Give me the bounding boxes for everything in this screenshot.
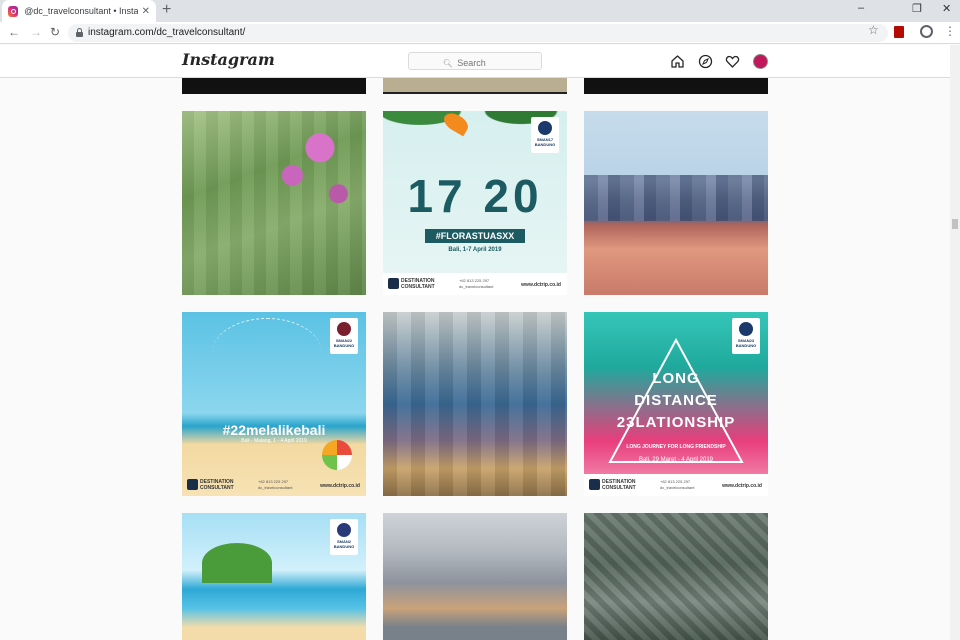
explore-compass-icon[interactable] bbox=[698, 54, 713, 69]
footer-brand: DESTINATION CONSULTANT bbox=[401, 278, 435, 290]
profile-avatar[interactable] bbox=[753, 54, 768, 69]
post-thumbnail[interactable]: SMAN17 BANDUNG 17 20 #FLORASTUASXX Bali,… bbox=[383, 111, 567, 295]
school-badge: SMAN23 BANDUNG bbox=[732, 318, 760, 354]
search-input[interactable] bbox=[457, 58, 508, 68]
window-close-button[interactable]: ✕ bbox=[942, 2, 951, 15]
reload-icon[interactable]: ↻ bbox=[50, 25, 60, 39]
bookmark-star-icon[interactable]: ☆ bbox=[868, 23, 879, 37]
footer-brand: DESTINATION CONSULTANT bbox=[602, 479, 636, 491]
lock-icon bbox=[76, 28, 83, 37]
search-box[interactable]: 🔍︎ bbox=[408, 52, 542, 70]
post-title-line3: 23LATIONSHIP bbox=[616, 414, 736, 431]
school-badge: SMAN17 BANDUNG bbox=[531, 117, 559, 153]
post-title-line2: DISTANCE bbox=[634, 392, 718, 409]
post-title-line1: LONG bbox=[652, 370, 700, 387]
post-headline: 17 20 bbox=[407, 170, 543, 222]
school-badge: SMAN2 BANDUNG bbox=[330, 519, 358, 555]
browser-menu-icon[interactable]: ⋮ bbox=[944, 24, 956, 38]
school-badge: SMAN22 BANDUNG bbox=[330, 318, 358, 354]
footer-website: www.dctrip.co.id bbox=[320, 483, 360, 489]
browser-tab-strip: @dc_travelconsultant • Instagram ✕ + – ❐… bbox=[0, 0, 960, 22]
post-thumbnail[interactable] bbox=[182, 78, 366, 94]
dreamcatcher-decoration bbox=[212, 318, 322, 388]
footer-brand: DESTINATION CONSULTANT bbox=[200, 479, 234, 491]
maximize-button[interactable]: ❐ bbox=[912, 2, 922, 15]
palm-island-decoration bbox=[202, 543, 272, 583]
url-text[interactable]: instagram.com/dc_travelconsultant/ bbox=[88, 27, 245, 38]
post-thumbnail[interactable] bbox=[383, 78, 567, 94]
school-crest-icon bbox=[337, 322, 351, 336]
address-bar[interactable]: instagram.com/dc_travelconsultant/ bbox=[68, 24, 888, 42]
account-icon[interactable] bbox=[920, 25, 933, 38]
browser-tab[interactable]: @dc_travelconsultant • Instagram ✕ bbox=[2, 0, 156, 22]
tab-title: @dc_travelconsultant • Instagram bbox=[24, 6, 138, 16]
post-hashtag: #FLORASTUASXX bbox=[425, 229, 525, 243]
instagram-favicon-icon bbox=[8, 5, 19, 17]
school-crest-icon bbox=[538, 121, 552, 135]
post-thumbnail[interactable] bbox=[383, 513, 567, 640]
footer-contact: +62 813 225 297 dc_travelconsultant bbox=[459, 278, 494, 289]
back-arrow-icon[interactable]: ← bbox=[8, 25, 20, 39]
badge-city: BANDUNG bbox=[333, 544, 355, 549]
post-subline: Bali, 29 Maret - 4 April 2019 bbox=[638, 457, 714, 463]
footer-website: www.dctrip.co.id bbox=[722, 483, 762, 489]
dc-logo-icon bbox=[388, 278, 399, 289]
post-thumbnail[interactable]: SMAN22 BANDUNG #22melalikebali Bali - Ma… bbox=[182, 312, 366, 496]
footer-contact: +62 813 225 297 dc_travelconsultant bbox=[660, 479, 695, 490]
home-icon[interactable] bbox=[670, 54, 685, 69]
post-thumbnail[interactable] bbox=[584, 111, 768, 295]
browser-toolbar: ← → ↻ instagram.com/dc_travelconsultant/ bbox=[0, 22, 960, 44]
badge-city: BANDUNG bbox=[534, 142, 556, 147]
post-subline: Bali, 1-7 April 2019 bbox=[448, 247, 502, 253]
post-thumbnail[interactable] bbox=[584, 78, 768, 94]
badge-city: BANDUNG bbox=[735, 343, 757, 348]
scrollbar-thumb[interactable] bbox=[952, 219, 958, 229]
post-thumbnail[interactable]: SMAN23 BANDUNG LONG DISTANCE 23LATIONSHI… bbox=[584, 312, 768, 496]
new-tab-button[interactable]: + bbox=[162, 2, 171, 18]
dc-logo-icon bbox=[187, 479, 198, 490]
footer-contact: +62 813 225 297 dc_travelconsultant bbox=[258, 479, 293, 490]
activity-heart-icon[interactable] bbox=[725, 54, 740, 69]
forward-arrow-icon[interactable]: → bbox=[30, 25, 42, 39]
post-tagline: LONG JOURNEY FOR LONG FRIENDSHIP bbox=[626, 444, 726, 450]
post-thumbnail[interactable] bbox=[182, 111, 366, 295]
post-footer: DESTINATION CONSULTANT +62 813 225 297 dc_… bbox=[383, 273, 567, 295]
instagram-header: Instagram 🔍︎ bbox=[0, 45, 950, 78]
post-footer: DESTINATION CONSULTANT +62 813 225 297 dc_… bbox=[584, 474, 768, 496]
footer-website: www.dctrip.co.id bbox=[521, 282, 561, 288]
search-icon: 🔍︎ bbox=[442, 59, 453, 68]
tab-close-icon[interactable]: ✕ bbox=[142, 6, 150, 17]
post-thumbnail[interactable]: SMAN2 BANDUNG bbox=[182, 513, 366, 640]
minimize-button[interactable]: – bbox=[858, 2, 864, 14]
blurred-crowd bbox=[584, 175, 768, 221]
post-hashtag: #22melalikebali bbox=[222, 422, 326, 438]
school-crest-icon bbox=[337, 523, 351, 537]
pdf-extension-icon[interactable] bbox=[894, 26, 904, 38]
school-crest-icon bbox=[739, 322, 753, 336]
post-footer: DESTINATION CONSULTANT +62 813 225 297 dc_… bbox=[182, 474, 366, 496]
beach-ball-icon bbox=[322, 440, 352, 470]
dc-logo-icon bbox=[589, 479, 600, 490]
page-scrollbar[interactable] bbox=[950, 45, 960, 640]
instagram-logo[interactable]: Instagram bbox=[182, 50, 275, 69]
post-thumbnail[interactable] bbox=[383, 312, 567, 496]
post-thumbnail[interactable] bbox=[584, 513, 768, 640]
badge-city: BANDUNG bbox=[333, 343, 355, 348]
